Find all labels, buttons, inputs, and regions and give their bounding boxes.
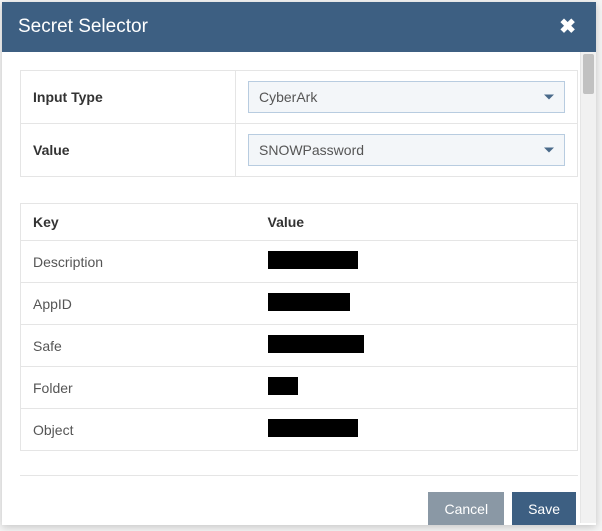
redacted-value bbox=[268, 293, 350, 311]
kv-value bbox=[256, 241, 578, 283]
kv-key: Object bbox=[21, 409, 256, 451]
input-type-row: Input Type CyberArk bbox=[21, 71, 578, 124]
chevron-down-icon bbox=[544, 148, 554, 153]
kv-value bbox=[256, 325, 578, 367]
key-value-table: Key Value DescriptionAppIDSafeFolderObje… bbox=[20, 203, 578, 451]
chevron-down-icon bbox=[544, 95, 554, 100]
scrollbar-thumb[interactable] bbox=[583, 54, 594, 94]
redacted-value bbox=[268, 335, 364, 353]
scrollbar[interactable] bbox=[580, 52, 596, 523]
value-label: Value bbox=[21, 124, 236, 177]
value-row: Value SNOWPassword bbox=[21, 124, 578, 177]
table-row: Description bbox=[21, 241, 578, 283]
kv-key: Safe bbox=[21, 325, 256, 367]
kv-key: AppID bbox=[21, 283, 256, 325]
save-button[interactable]: Save bbox=[512, 492, 576, 525]
modal-header: Secret Selector ✖ bbox=[2, 2, 596, 52]
cancel-button[interactable]: Cancel bbox=[428, 492, 504, 525]
input-type-label: Input Type bbox=[21, 71, 236, 124]
kv-header-value: Value bbox=[256, 204, 578, 241]
value-value: SNOWPassword bbox=[259, 142, 364, 158]
modal-body: Input Type CyberArk Value SNOWPassword bbox=[2, 52, 596, 525]
table-row: Object bbox=[21, 409, 578, 451]
kv-key: Folder bbox=[21, 367, 256, 409]
separator bbox=[20, 475, 578, 476]
input-type-select[interactable]: CyberArk bbox=[248, 81, 565, 113]
kv-value bbox=[256, 409, 578, 451]
table-row: AppID bbox=[21, 283, 578, 325]
kv-key: Description bbox=[21, 241, 256, 283]
table-row: Safe bbox=[21, 325, 578, 367]
modal-footer: Cancel Save bbox=[20, 492, 578, 525]
kv-value bbox=[256, 283, 578, 325]
redacted-value bbox=[268, 377, 298, 395]
secret-selector-modal: Secret Selector ✖ Input Type CyberArk Va… bbox=[2, 2, 596, 525]
table-row: Folder bbox=[21, 367, 578, 409]
input-type-value: CyberArk bbox=[259, 89, 317, 105]
redacted-value bbox=[268, 251, 358, 269]
redacted-value bbox=[268, 419, 358, 437]
kv-header-key: Key bbox=[21, 204, 256, 241]
form-table: Input Type CyberArk Value SNOWPassword bbox=[20, 70, 578, 177]
modal-title: Secret Selector bbox=[18, 16, 148, 38]
kv-value bbox=[256, 367, 578, 409]
value-select[interactable]: SNOWPassword bbox=[248, 134, 565, 166]
close-icon[interactable]: ✖ bbox=[555, 17, 580, 37]
